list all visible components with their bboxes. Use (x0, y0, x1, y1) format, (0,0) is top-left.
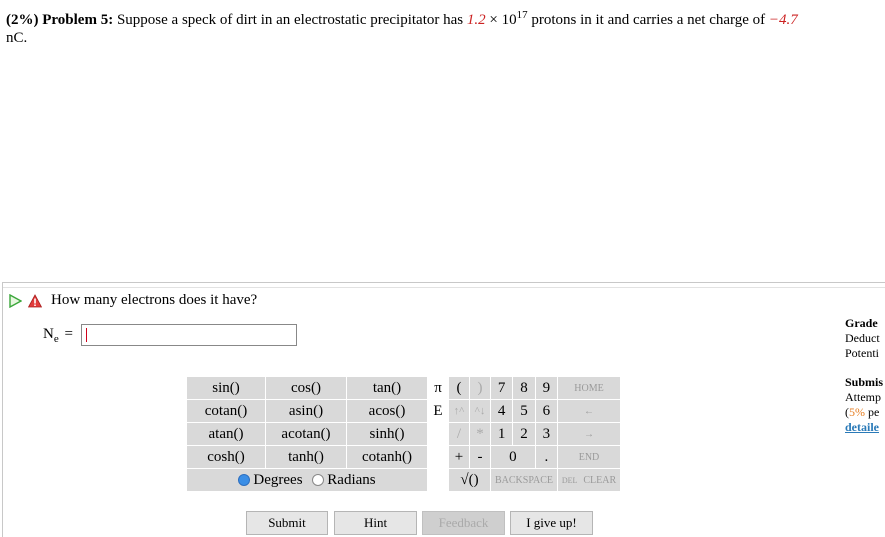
percent-per-attempt: (5% pe (845, 405, 885, 420)
attempts-label: Attemp (845, 390, 881, 404)
key-minus[interactable]: - (469, 445, 491, 469)
radians-radio[interactable] (312, 473, 325, 486)
key-cotanh[interactable]: cotanh() (346, 445, 428, 469)
key-cotan[interactable]: cotan() (186, 399, 266, 423)
key-acos[interactable]: acos() (346, 399, 428, 423)
question-text: How many electrons does it have? (51, 292, 258, 308)
key-left-arrow[interactable]: ← (557, 399, 621, 423)
hint-button[interactable]: Hint (334, 511, 417, 535)
key-sinh[interactable]: sinh() (346, 422, 428, 446)
radians-label: Radians (327, 471, 376, 488)
degrees-label: Degrees (253, 471, 303, 488)
key-acotan[interactable]: acotan() (265, 422, 347, 446)
problem-number: Problem 5: (42, 12, 114, 28)
percent-value: 5% (849, 405, 865, 419)
answer-variable-label: Ne = (43, 326, 73, 345)
problem-text-1: Suppose a speck of dirt in an electrosta… (116, 12, 467, 28)
deduction-label: Deduct (845, 331, 880, 345)
grade-summary-panel: Grade Deduct Potenti Submis Attemp (5% p… (845, 316, 885, 435)
key-pi[interactable]: π (427, 376, 449, 400)
proton-count-value: 1.2 (466, 12, 486, 28)
net-charge-value: −4.7 (768, 12, 798, 28)
equals-sign: = (64, 326, 73, 342)
problem-text-3: protons in it and carries a net charge o… (527, 12, 769, 28)
calculator-keypad: sin() cos() tan() π ( ) 7 8 9 HOME cotan… (186, 376, 621, 492)
key-right-arrow[interactable]: → (557, 422, 621, 446)
keypad-spacer (427, 422, 449, 446)
grade-heading: Grade (845, 316, 878, 330)
play-icon[interactable] (8, 293, 22, 308)
warning-icon (28, 293, 42, 307)
key-multiply[interactable]: * (469, 422, 491, 446)
key-9[interactable]: 9 (534, 376, 559, 400)
key-3[interactable]: 3 (534, 422, 559, 446)
key-del-clear: DEL CLEAR (557, 468, 621, 492)
question-row: How many electrons does it have? (8, 292, 257, 309)
key-up[interactable]: ↑^ (448, 399, 470, 423)
key-down[interactable]: ^↓ (469, 399, 491, 423)
key-E[interactable]: E (427, 399, 449, 423)
degrees-radio[interactable] (238, 473, 251, 486)
key-0[interactable]: 0 (490, 445, 536, 469)
give-up-button[interactable]: I give up! (510, 511, 593, 535)
key-tanh[interactable]: tanh() (265, 445, 347, 469)
variable-subscript: e (53, 333, 59, 345)
key-plus[interactable]: + (448, 445, 470, 469)
feedback-button[interactable]: Feedback (422, 511, 505, 535)
key-del[interactable]: DEL (562, 476, 578, 485)
problem-text-4: nC. (6, 30, 28, 46)
key-7[interactable]: 7 (489, 376, 514, 400)
angle-mode-row: Degrees Radians (186, 468, 428, 492)
problem-statement: (2%) Problem 5: Suppose a speck of dirt … (6, 6, 878, 47)
exponent: 17 (516, 9, 528, 21)
keypad-spacer (427, 445, 449, 469)
key-4[interactable]: 4 (489, 399, 514, 423)
key-lparen[interactable]: ( (448, 376, 470, 400)
key-home[interactable]: HOME (557, 376, 621, 400)
key-sqrt[interactable]: √() (448, 468, 491, 492)
key-sin[interactable]: sin() (186, 376, 266, 400)
key-5[interactable]: 5 (512, 399, 536, 423)
key-atan[interactable]: atan() (186, 422, 266, 446)
keypad-spacer (427, 468, 449, 492)
percent-rest: pe (865, 405, 880, 419)
key-8[interactable]: 8 (512, 376, 536, 400)
variable-name: N (43, 326, 54, 342)
key-cosh[interactable]: cosh() (186, 445, 266, 469)
key-cos[interactable]: cos() (265, 376, 347, 400)
details-link[interactable]: detaile (845, 420, 885, 435)
submit-button[interactable]: Submit (246, 511, 328, 535)
key-end[interactable]: END (557, 445, 621, 469)
key-clear[interactable]: CLEAR (583, 475, 616, 486)
answer-input[interactable] (81, 324, 297, 346)
key-divide[interactable]: / (448, 422, 470, 446)
key-6[interactable]: 6 (534, 399, 559, 423)
key-decimal[interactable]: . (534, 445, 559, 469)
key-2[interactable]: 2 (512, 422, 536, 446)
problem-text-2: × 10 (485, 12, 517, 28)
key-tan[interactable]: tan() (346, 376, 428, 400)
submissions-heading: Submis (845, 375, 884, 389)
text-caret (86, 328, 87, 342)
divider (3, 287, 885, 288)
key-asin[interactable]: asin() (265, 399, 347, 423)
potential-label: Potenti (845, 346, 880, 360)
key-rparen[interactable]: ) (469, 376, 491, 400)
key-backspace[interactable]: BACKSPACE (490, 468, 558, 492)
key-1[interactable]: 1 (489, 422, 514, 446)
problem-percent: (2%) (6, 12, 39, 28)
